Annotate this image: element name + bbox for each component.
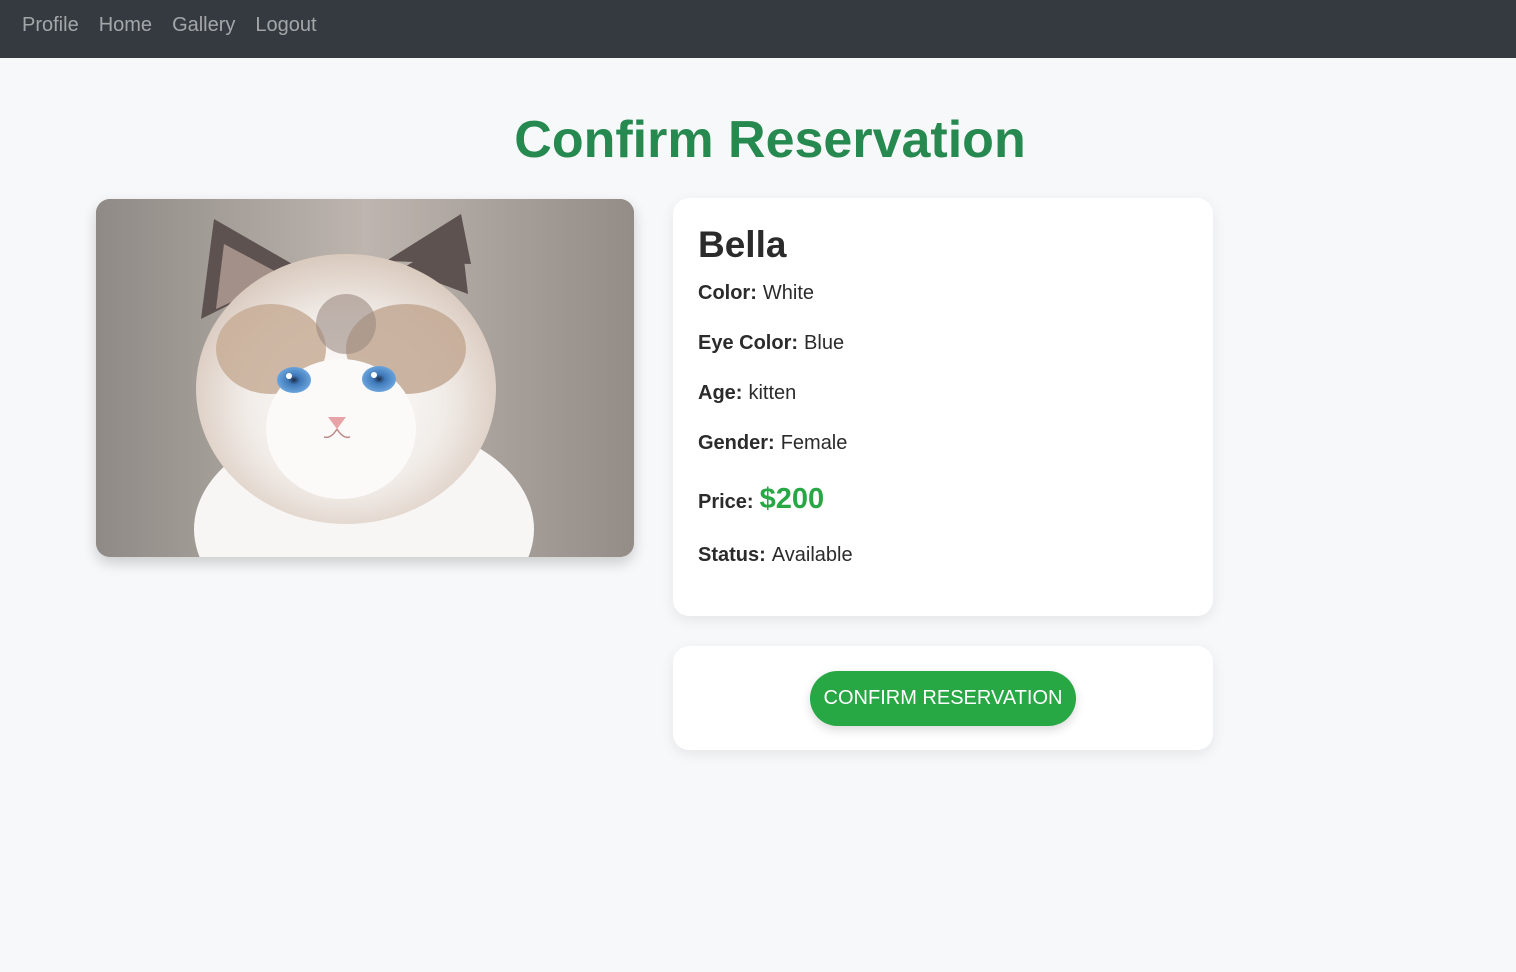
color-value: White xyxy=(762,282,815,304)
gender-label: Gender: xyxy=(698,432,775,454)
color-label: Color: xyxy=(698,282,757,304)
eye-color-value: Blue xyxy=(804,332,845,354)
top-navbar: Profile Home Gallery Logout xyxy=(0,0,1516,58)
eye-color-row: Eye Color: Blue xyxy=(698,332,844,355)
nav-link-home[interactable]: Home xyxy=(99,15,152,43)
status-row: Status: Available xyxy=(698,544,853,567)
gender-row: Gender: Female xyxy=(698,432,847,455)
cat-name: Bella xyxy=(698,224,787,265)
status-value: Available xyxy=(771,544,853,566)
nav-link-logout[interactable]: Logout xyxy=(255,15,316,43)
cat-details-card: Bella Color: White Eye Color: Blue Age: kit… xyxy=(673,198,1213,616)
actions-card: CONFIRM RESERVATION xyxy=(673,646,1213,750)
eye-color-label: Eye Color: xyxy=(698,332,799,354)
cat-photo xyxy=(96,199,634,557)
confirm-reservation-button[interactable]: CONFIRM RESERVATION xyxy=(810,671,1076,726)
price-value: $200 xyxy=(759,483,825,515)
price-label: Price: xyxy=(698,491,754,513)
age-value: kitten xyxy=(748,382,797,404)
gender-value: Female xyxy=(780,432,848,454)
page-title: Confirm Reservation xyxy=(514,111,1026,169)
nav-link-profile[interactable]: Profile xyxy=(22,15,79,43)
age-label: Age: xyxy=(698,382,743,404)
price-row: Price: $200 xyxy=(698,483,824,516)
status-label: Status: xyxy=(698,544,766,566)
kitten-photo-icon xyxy=(96,199,634,557)
color-row: Color: White xyxy=(698,282,814,305)
age-row: Age: kitten xyxy=(698,382,796,405)
nav-link-gallery[interactable]: Gallery xyxy=(172,15,235,43)
